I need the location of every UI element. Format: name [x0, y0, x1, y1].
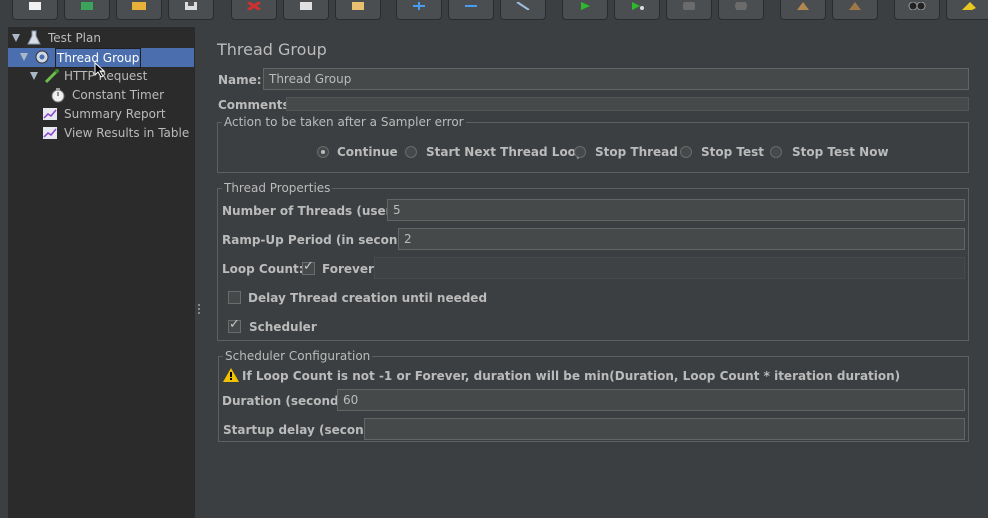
rampup-label: Ramp-Up Period (in seconds):: [222, 233, 424, 247]
scheduler-checkbox[interactable]: ✓: [228, 317, 241, 333]
stop-test-now-label[interactable]: Stop Test Now: [792, 145, 889, 159]
delay-thread-label[interactable]: Delay Thread creation until needed: [248, 291, 487, 305]
checkmark-icon: ✓: [229, 317, 240, 332]
cut-icon[interactable]: [231, 0, 277, 20]
loop-count-label: Loop Count:: [222, 262, 304, 276]
pane-splitter[interactable]: [195, 27, 205, 518]
expand-icon[interactable]: [396, 0, 442, 20]
rampup-field[interactable]: 2: [398, 228, 965, 250]
splitter-grip: [198, 312, 200, 314]
tree-item-label: Summary Report: [64, 107, 166, 121]
search-icon[interactable]: [894, 0, 940, 20]
scheduler-label[interactable]: Scheduler: [249, 320, 317, 334]
clear-all-icon[interactable]: [832, 0, 878, 20]
comments-field[interactable]: [286, 97, 969, 111]
tree-item-label: View Results in Table: [64, 126, 190, 140]
thread-properties-title: Thread Properties: [222, 181, 333, 195]
stop-test-radio[interactable]: [680, 146, 692, 158]
continue-radio[interactable]: [317, 146, 329, 158]
splitter-grip: [198, 304, 200, 306]
stop-thread-label[interactable]: Stop Thread: [595, 145, 678, 159]
pipette-icon: [44, 68, 60, 84]
splitter-grip: [198, 308, 200, 310]
duration-label: Duration (seconds): [222, 394, 352, 408]
expand-arrow-icon[interactable]: [30, 72, 38, 80]
threads-field[interactable]: 5: [387, 199, 965, 221]
name-label: Name:: [218, 73, 262, 87]
scheduler-warning-text: If Loop Count is not -1 or Forever, dura…: [242, 369, 901, 383]
loop-count-field[interactable]: [374, 257, 965, 279]
copy-icon[interactable]: [283, 0, 329, 20]
duration-field[interactable]: 60: [337, 389, 965, 411]
templates-icon[interactable]: [64, 0, 110, 20]
save-icon[interactable]: [168, 0, 214, 20]
checkmark-icon: ✓: [303, 259, 314, 274]
start-no-pause-icon[interactable]: [614, 0, 660, 20]
name-field[interactable]: Thread Group: [263, 68, 969, 90]
chart-icon: [42, 125, 58, 141]
startup-delay-label: Startup delay (seconds): [223, 423, 385, 437]
sampler-error-group: Action to be taken after a Sampler error…: [217, 115, 969, 173]
start-next-thread-loop-radio[interactable]: [405, 146, 417, 158]
toggle-icon[interactable]: [500, 0, 546, 20]
chart-icon: [42, 106, 58, 122]
paste-icon[interactable]: [335, 0, 381, 20]
start-next-thread-loop-label[interactable]: Start Next Thread Loop: [426, 145, 585, 159]
expand-arrow-icon[interactable]: [12, 34, 20, 42]
stop-icon[interactable]: [666, 0, 712, 20]
test-plan-icon: [26, 30, 42, 46]
threads-label: Number of Threads (users):: [222, 204, 410, 218]
forever-checkbox[interactable]: ✓: [302, 259, 315, 275]
collapse-icon[interactable]: [448, 0, 494, 20]
reset-search-icon[interactable]: [946, 0, 988, 20]
start-icon[interactable]: [562, 0, 608, 20]
expand-arrow-icon[interactable]: [20, 53, 28, 61]
shutdown-icon[interactable]: [718, 0, 764, 20]
continue-radio-label[interactable]: Continue: [337, 145, 398, 159]
page-title: Thread Group: [217, 40, 327, 59]
scheduler-config-title: Scheduler Configuration: [223, 349, 373, 363]
stop-thread-radio[interactable]: [574, 146, 586, 158]
delay-thread-checkbox[interactable]: [228, 291, 241, 304]
mouse-cursor-icon: [94, 62, 106, 78]
open-icon[interactable]: [116, 0, 162, 20]
tree-item-label: Constant Timer: [72, 88, 165, 102]
tree-item-label: Test Plan: [48, 31, 101, 45]
comments-label: Comments:: [218, 98, 295, 112]
stopwatch-icon: [50, 87, 66, 103]
forever-label[interactable]: Forever: [322, 262, 374, 276]
warning-icon: [223, 368, 239, 382]
sampler-error-group-title: Action to be taken after a Sampler error: [222, 115, 466, 129]
thread-group-panel: Thread Group Name: Thread Group Comments…: [205, 27, 988, 518]
startup-delay-field[interactable]: [364, 418, 965, 440]
gear-icon: [34, 49, 50, 65]
stop-test-now-radio[interactable]: [770, 146, 782, 158]
clear-icon[interactable]: [780, 0, 826, 20]
new-icon[interactable]: [12, 0, 58, 20]
toolbar: [0, 0, 988, 22]
stop-test-label[interactable]: Stop Test: [701, 145, 764, 159]
